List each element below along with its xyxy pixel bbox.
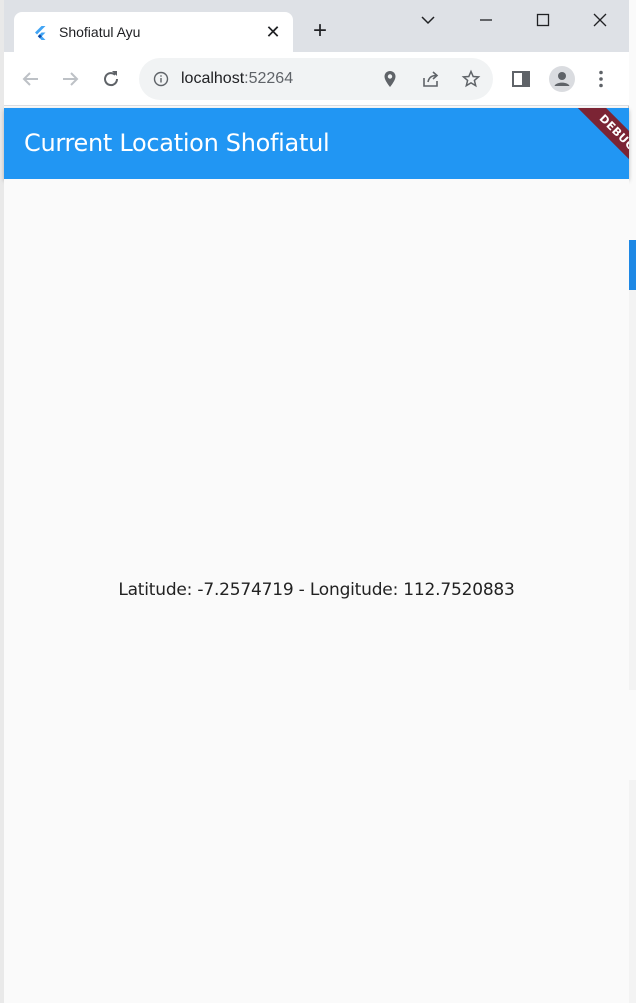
tab-shofiatul-ayu[interactable]: Shofiatul Ayu ✕: [14, 12, 293, 52]
minimize-icon[interactable]: [473, 7, 499, 33]
background-window-edge-right: [629, 0, 636, 1003]
bookmark-star-icon[interactable]: [461, 69, 481, 89]
browser-toolbar: localhost:52264: [4, 52, 629, 106]
maximize-icon[interactable]: [530, 7, 556, 33]
browser-window: Shofiatul Ayu ✕ + localhost:52264 Curren…: [4, 0, 629, 1003]
page-title: Current Location Shofiatul: [24, 129, 330, 157]
info-icon[interactable]: [153, 71, 169, 87]
tab-strip: Shofiatul Ayu ✕ +: [4, 0, 629, 52]
tab-search-chevron-icon[interactable]: [415, 7, 441, 33]
flutter-icon: [35, 26, 46, 40]
close-window-icon[interactable]: [587, 7, 613, 33]
url-port: :52264: [244, 70, 294, 87]
location-coordinates-text: Latitude: -7.2574719 - Longitude: 112.75…: [118, 580, 515, 600]
share-icon[interactable]: [421, 69, 441, 89]
reload-icon[interactable]: [100, 68, 122, 90]
profile-avatar-icon[interactable]: [548, 65, 576, 93]
address-bar[interactable]: localhost:52264: [139, 58, 493, 100]
app-body: Latitude: -7.2574719 - Longitude: 112.75…: [4, 179, 629, 1003]
app-bar: Current Location Shofiatul DEBUG: [4, 108, 629, 179]
back-arrow-icon[interactable]: [20, 68, 42, 90]
debug-banner: DEBUG: [571, 108, 629, 179]
location-pin-icon[interactable]: [380, 69, 400, 89]
url-text: localhost:52264: [181, 70, 293, 88]
new-tab-button[interactable]: +: [310, 19, 330, 43]
close-tab-icon[interactable]: ✕: [264, 23, 282, 41]
tab-title: Shofiatul Ayu: [59, 24, 141, 40]
menu-kebab-icon[interactable]: [590, 68, 612, 90]
side-panel-icon[interactable]: [510, 68, 532, 90]
url-host: localhost: [181, 70, 245, 87]
forward-arrow-icon[interactable]: [59, 68, 81, 90]
